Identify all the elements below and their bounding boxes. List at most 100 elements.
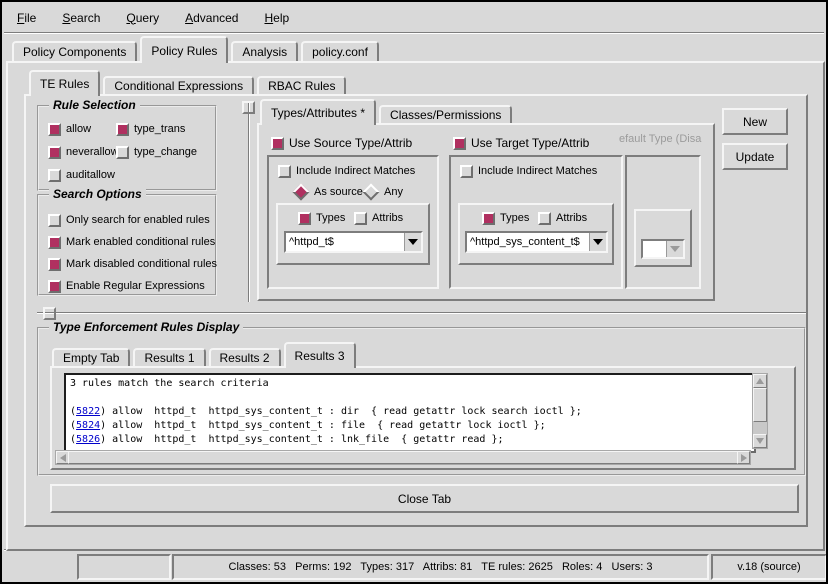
checkbox-use-target-type[interactable]: Use Target Type/Attrib: [453, 136, 589, 150]
checkbox-use-target-indicator: [453, 137, 466, 150]
checkbox-neverallow-indicator: [48, 146, 61, 159]
update-button-label: Update: [736, 150, 775, 164]
checkbox-use-source-type[interactable]: Use Source Type/Attrib: [271, 136, 412, 150]
radio-any[interactable]: Any: [363, 185, 403, 199]
tab-types-attributes[interactable]: Types/Attributes *: [260, 99, 376, 125]
target-type-combobox-arrow[interactable]: [589, 233, 606, 251]
checkbox-source-indirect-indicator: [278, 165, 291, 178]
checkbox-type-change-indicator: [116, 146, 129, 159]
tab-te-rules[interactable]: TE Rules: [29, 70, 100, 96]
tab-classes-permissions-label: Classes/Permissions: [390, 108, 501, 122]
criteria-tab-bar: Types/Attributes * Classes/Permissions: [260, 101, 512, 125]
results-blank-line: [70, 391, 750, 405]
status-empty-box: [77, 554, 171, 580]
checkbox-allow[interactable]: allow: [48, 122, 91, 136]
vertical-sash-handle[interactable]: [242, 101, 255, 114]
default-type-combobox-arrow: [666, 241, 683, 257]
horizontal-scrollbar-thumb[interactable]: [68, 451, 738, 464]
new-button-label: New: [743, 115, 767, 129]
tab-policy-components[interactable]: Policy Components: [12, 41, 137, 61]
checkbox-mark-enabled-indicator: [48, 236, 61, 249]
tab-conditional-expressions-label: Conditional Expressions: [114, 79, 243, 93]
menu-help[interactable]: Help: [264, 7, 289, 29]
checkbox-allow-label: allow: [66, 123, 91, 135]
tab-classes-permissions[interactable]: Classes/Permissions: [379, 105, 512, 123]
checkbox-auditallow[interactable]: auditallow: [48, 168, 115, 182]
checkbox-enable-regex-indicator: [48, 280, 61, 293]
result-rule-line: (5822) allow httpd_t httpd_sys_content_t…: [70, 405, 750, 419]
status-version-text: v.18 (source): [737, 561, 800, 573]
checkbox-mark-enabled-conditional[interactable]: Mark enabled conditional rules: [48, 235, 215, 249]
checkbox-source-attribs-label: Attribs: [372, 212, 403, 224]
default-type-label: efault Type (Disa: [619, 133, 705, 145]
horizontal-sash-handle[interactable]: [43, 307, 56, 320]
tab-empty-tab[interactable]: Empty Tab: [52, 348, 130, 366]
source-type-combobox[interactable]: ^httpd_t$: [284, 231, 423, 253]
result-rule-line: (5824) allow httpd_t httpd_sys_content_t…: [70, 419, 750, 433]
tab-results-3-label: Results 3: [295, 349, 345, 363]
checkbox-source-attribs[interactable]: Attribs: [354, 211, 403, 225]
checkbox-mark-disabled-indicator: [48, 258, 61, 271]
tab-policy-conf[interactable]: policy.conf: [301, 41, 379, 61]
checkbox-only-enabled-rules[interactable]: Only search for enabled rules: [48, 213, 210, 227]
tab-policy-rules[interactable]: Policy Rules: [140, 36, 228, 63]
checkbox-source-indirect[interactable]: Include Indirect Matches: [278, 164, 415, 178]
checkbox-enable-regex[interactable]: Enable Regular Expressions: [48, 279, 205, 293]
scroll-down-button[interactable]: [753, 434, 767, 448]
vertical-scrollbar[interactable]: [752, 373, 768, 449]
menu-search[interactable]: Search: [62, 7, 100, 29]
results-text-area[interactable]: 3 rules match the search criteria (5822)…: [64, 373, 756, 453]
menu-advanced[interactable]: Advanced: [185, 7, 238, 29]
checkbox-source-types[interactable]: Types: [298, 211, 345, 225]
scroll-right-button[interactable]: [737, 451, 750, 464]
rule-selection-title: Rule Selection: [49, 98, 140, 112]
chevron-down-icon: [593, 239, 603, 245]
close-tab-button[interactable]: Close Tab: [50, 484, 799, 513]
checkbox-auditallow-label: auditallow: [66, 169, 115, 181]
menu-query-mnemonic: Q: [126, 11, 135, 25]
horizontal-scrollbar[interactable]: [55, 450, 751, 465]
arrow-right-icon: [741, 454, 747, 462]
rule-link-5824[interactable]: 5824: [76, 420, 100, 431]
radio-any-indicator: [363, 184, 380, 201]
new-button[interactable]: New: [722, 108, 788, 135]
checkbox-mark-disabled-conditional[interactable]: Mark disabled conditional rules: [48, 257, 217, 271]
checkbox-target-types[interactable]: Types: [482, 211, 529, 225]
scroll-up-button[interactable]: [753, 374, 767, 388]
radio-as-source[interactable]: As source: [293, 185, 363, 199]
default-type-label-text: efault Type (Disa: [619, 133, 701, 145]
tab-conditional-expressions[interactable]: Conditional Expressions: [103, 76, 254, 94]
checkbox-use-target-label: Use Target Type/Attrib: [471, 136, 589, 150]
tab-analysis[interactable]: Analysis: [231, 41, 298, 61]
checkbox-type-change[interactable]: type_change: [116, 145, 197, 159]
checkbox-target-attribs-indicator: [538, 212, 551, 225]
checkbox-type-trans[interactable]: type_trans: [116, 122, 185, 136]
tab-types-attributes-label: Types/Attributes *: [271, 106, 365, 120]
target-type-combobox[interactable]: ^httpd_sys_content_t$: [465, 231, 608, 253]
tab-rbac-rules-label: RBAC Rules: [268, 79, 335, 93]
menu-advanced-rest: dvanced: [193, 11, 238, 25]
arrow-left-icon: [60, 454, 66, 462]
status-stats-text: Classes: 53 Perms: 192 Types: 317 Attrib…: [229, 561, 653, 573]
te-display-title: Type Enforcement Rules Display: [49, 320, 243, 334]
checkbox-target-attribs[interactable]: Attribs: [538, 211, 587, 225]
source-type-combobox-arrow[interactable]: [404, 233, 421, 251]
checkbox-neverallow[interactable]: neverallow: [48, 145, 119, 159]
tab-results-3[interactable]: Results 3: [284, 342, 356, 368]
main-tab-bar: Policy Components Policy Rules Analysis …: [12, 38, 379, 63]
update-button[interactable]: Update: [722, 143, 788, 170]
rule-link-5822[interactable]: 5822: [76, 406, 100, 417]
menu-file[interactable]: File: [17, 7, 36, 29]
rule-link-5826[interactable]: 5826: [76, 434, 100, 445]
checkbox-target-indirect[interactable]: Include Indirect Matches: [460, 164, 597, 178]
tab-policy-components-label: Policy Components: [23, 45, 126, 59]
menu-query-rest: uery: [136, 11, 159, 25]
menu-query[interactable]: Query: [126, 7, 159, 29]
checkbox-source-types-indicator: [298, 212, 311, 225]
checkbox-source-types-label: Types: [316, 212, 345, 224]
tab-results-1[interactable]: Results 1: [133, 348, 205, 366]
apol-window: File Search Query Advanced Help Policy C…: [0, 0, 828, 584]
tab-rbac-rules[interactable]: RBAC Rules: [257, 76, 346, 94]
tab-results-2[interactable]: Results 2: [209, 348, 281, 366]
vertical-scrollbar-thumb[interactable]: [753, 388, 767, 422]
